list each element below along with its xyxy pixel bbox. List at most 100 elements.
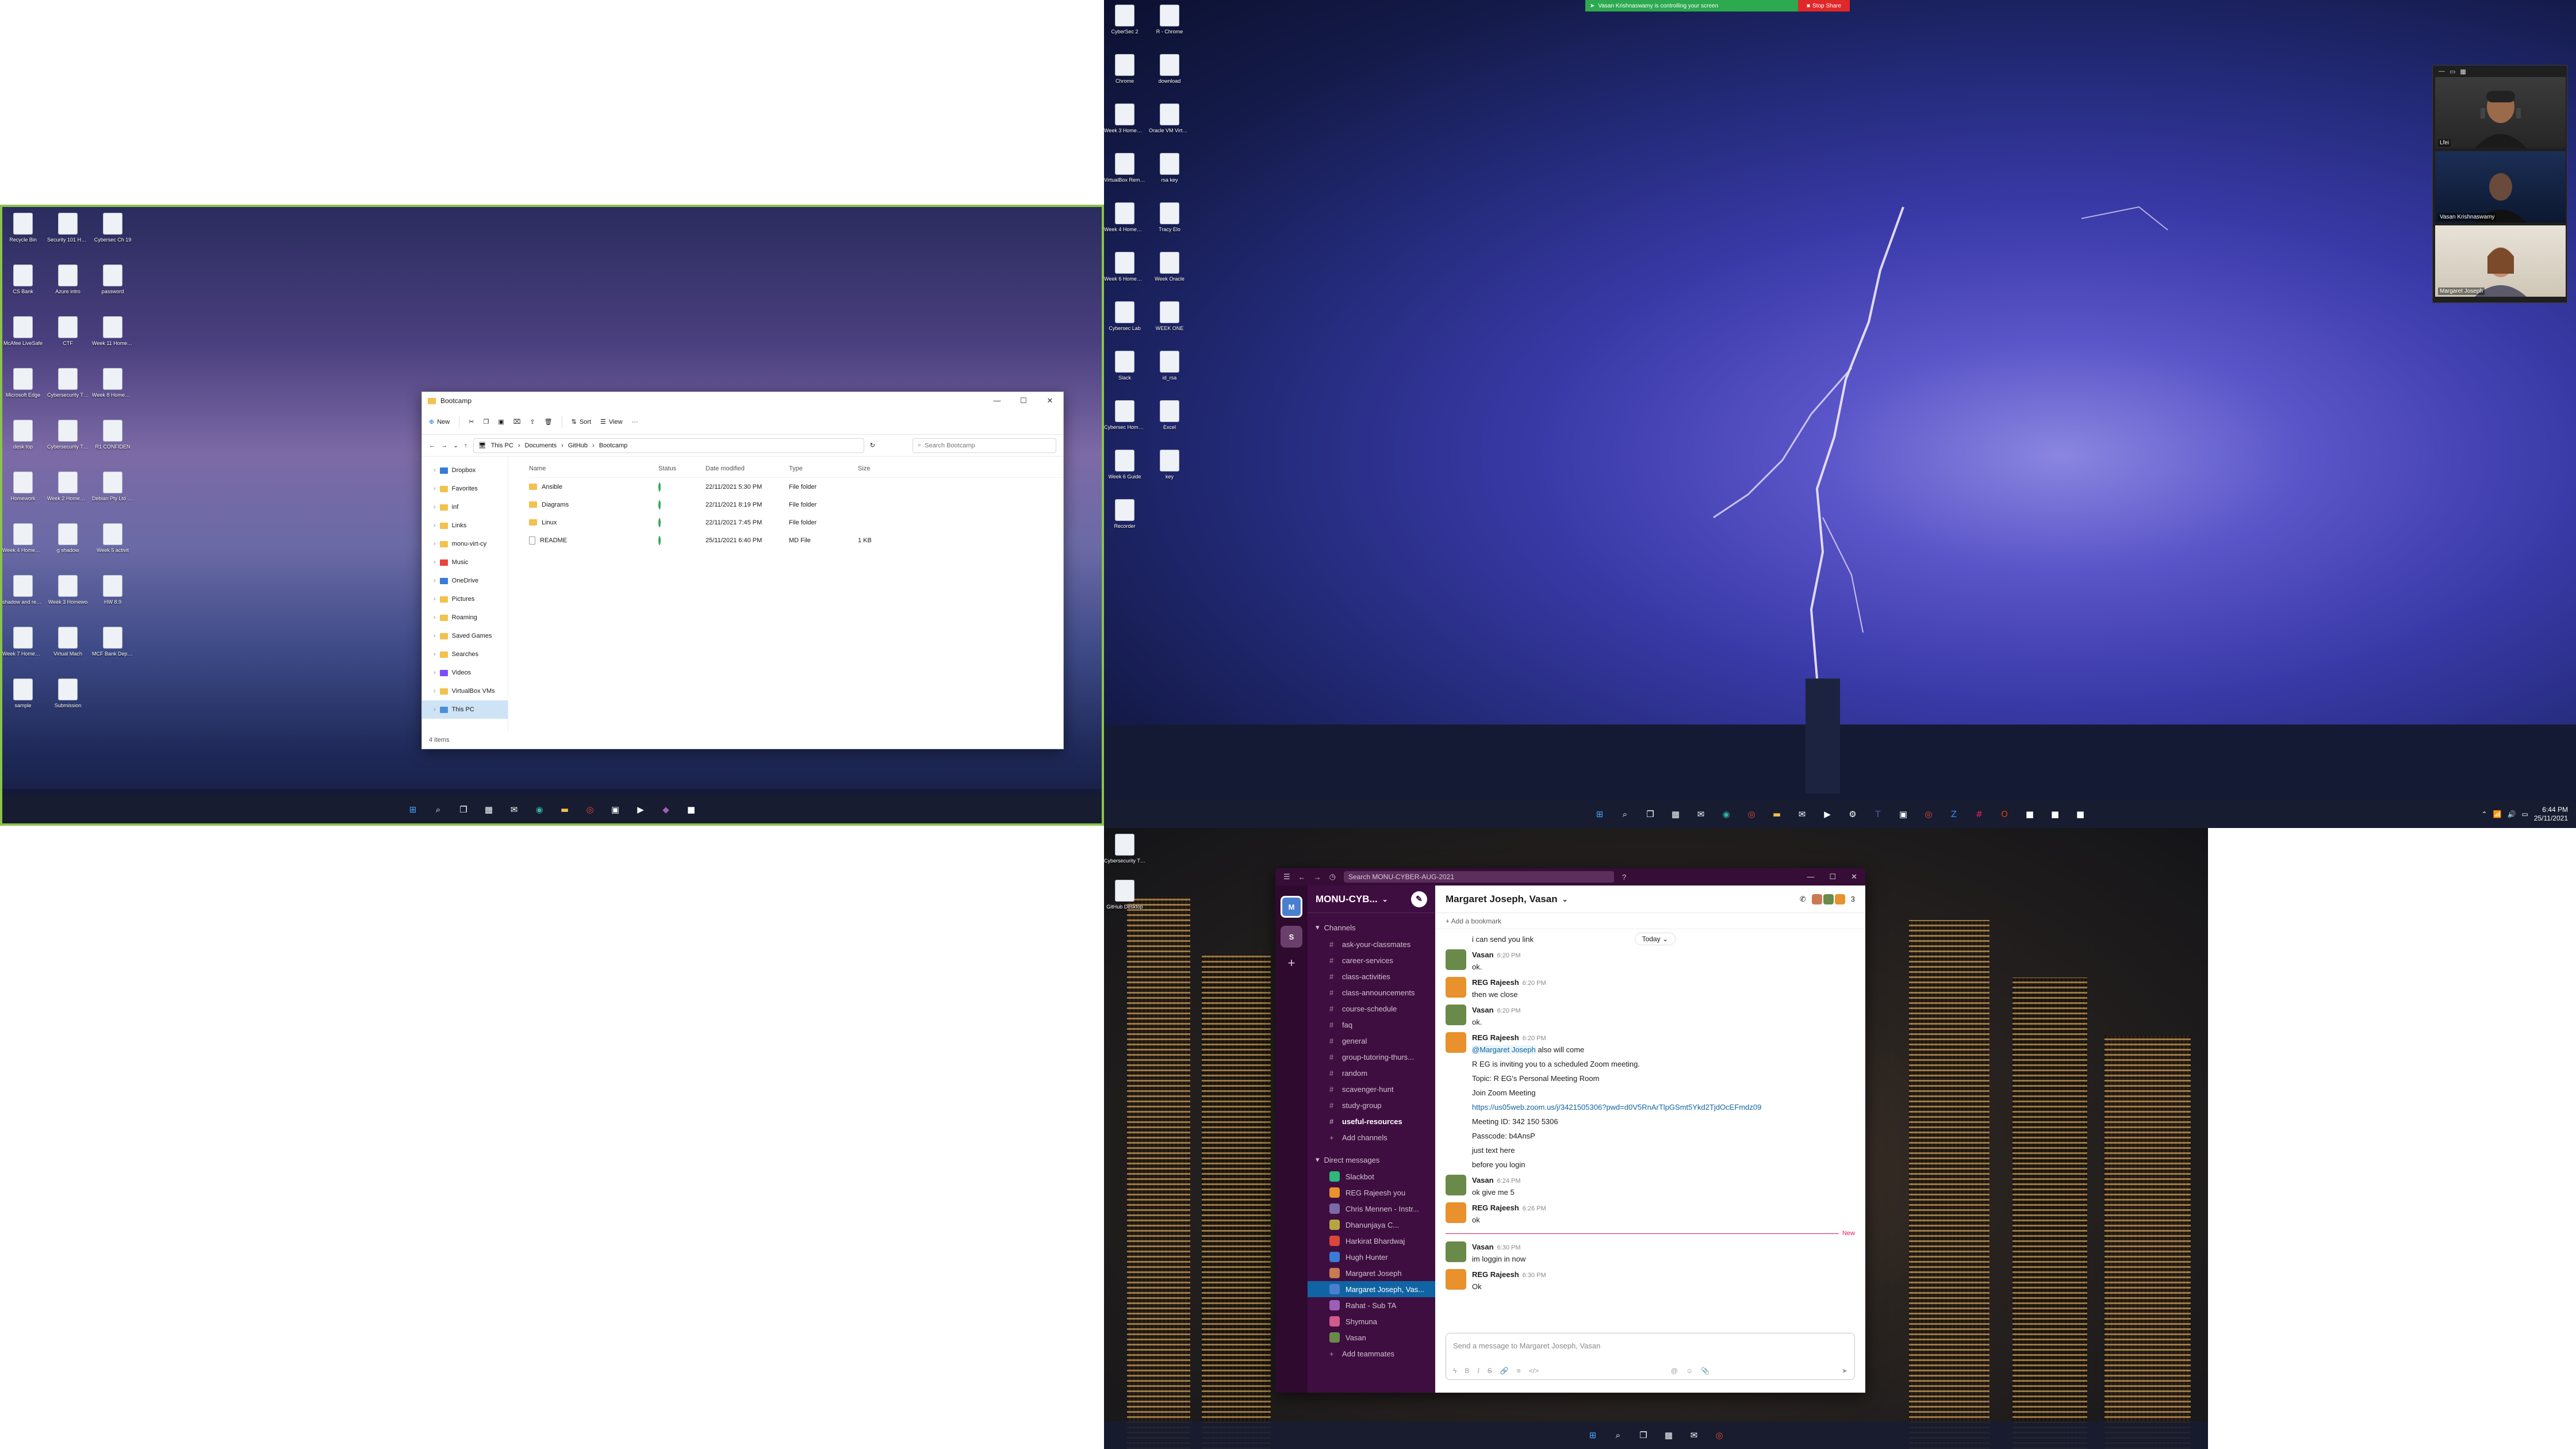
slack-icon[interactable]: #: [1971, 806, 1987, 822]
file-row[interactable]: Diagrams 22/11/2021 8:19 PM File folder: [529, 496, 1063, 513]
conversation-title[interactable]: Margaret Joseph, Vasan: [1446, 894, 1558, 905]
desktop-icon[interactable]: Submission: [47, 678, 89, 709]
forward-icon[interactable]: →: [1314, 873, 1321, 881]
message-author[interactable]: REG Rajeesh: [1472, 1033, 1519, 1042]
emoji-icon[interactable]: ☺: [1686, 1367, 1693, 1375]
breadcrumb-bootcamp[interactable]: Bootcamp: [599, 442, 628, 449]
column-size[interactable]: Size: [858, 465, 904, 472]
nav-item[interactable]: › Favorites: [422, 480, 508, 498]
copy-button[interactable]: ❐: [483, 418, 489, 425]
nav-item[interactable]: › Saved Games: [422, 627, 508, 645]
message-author[interactable]: Vasan: [1472, 1243, 1494, 1251]
message-time[interactable]: 6:24 PM: [1497, 1178, 1521, 1184]
desktop-icon[interactable]: R1 CONFIDEN: [92, 420, 133, 450]
share-button[interactable]: ⇪: [530, 418, 535, 425]
channel-item[interactable]: # random: [1308, 1065, 1435, 1081]
bolt-icon[interactable]: ϟ: [1453, 1367, 1456, 1375]
column-type[interactable]: Type: [789, 465, 858, 472]
message-time[interactable]: 6:20 PM: [1523, 980, 1546, 987]
nav-item[interactable]: › Searches: [422, 645, 508, 664]
desktop-icon[interactable]: VirtualBox Remote: [1104, 153, 1145, 183]
clock[interactable]: 6:44 PM 25/11/2021: [2534, 806, 2568, 823]
close-button[interactable]: ✕: [1037, 396, 1063, 405]
desktop-icon[interactable]: Slack: [1104, 351, 1145, 381]
desktop-icon[interactable]: R - Chrome: [1149, 5, 1190, 35]
link-icon[interactable]: 🔗: [1500, 1367, 1509, 1375]
nav-item[interactable]: › Roaming: [422, 608, 508, 627]
breadcrumb-documents[interactable]: Documents: [524, 442, 557, 449]
close-button[interactable]: ✕: [1851, 872, 1857, 881]
settings-icon[interactable]: ⚙: [1845, 806, 1861, 822]
desktop-icon[interactable]: Week 8 Homework: [92, 368, 133, 398]
desktop-icon[interactable]: HW 8.9: [92, 575, 133, 605]
message-author[interactable]: REG Rajeesh: [1472, 1270, 1519, 1279]
desktop-icon[interactable]: Week 4 Homework: [1104, 202, 1145, 233]
visual-studio-icon[interactable]: ◆: [658, 802, 674, 818]
desktop-icon[interactable]: Debian Pty Ltd Invoi: [92, 471, 133, 502]
call-icon[interactable]: ✆: [1800, 895, 1806, 904]
channel-item[interactable]: # class-announcements: [1308, 984, 1435, 1000]
user-mention[interactable]: @Margaret Joseph: [1472, 1045, 1536, 1054]
attach-icon[interactable]: 📎: [1701, 1367, 1709, 1375]
desktop-icon[interactable]: Week 7 Homework: [2, 627, 44, 657]
chat-icon[interactable]: ✉: [1693, 806, 1709, 822]
address-bar[interactable]: 🖥 This PC › Documents › GitHub › Bootcamp: [473, 438, 864, 453]
dm-item[interactable]: Margaret Joseph, Vas...: [1308, 1281, 1435, 1297]
app-icon[interactable]: ■: [683, 802, 699, 818]
windows-start-icon[interactable]: ⊞: [1592, 806, 1608, 822]
dm-item[interactable]: Shymuna: [1308, 1313, 1435, 1329]
dm-item[interactable]: Rahat - Sub TA: [1308, 1297, 1435, 1313]
desktop-icon[interactable]: MCF Bank Deposit Sl: [92, 627, 133, 657]
help-icon[interactable]: ?: [1622, 873, 1626, 881]
dm-item[interactable]: Slackbot: [1308, 1168, 1435, 1184]
message-time[interactable]: 6:20 PM: [1523, 1035, 1546, 1042]
nav-item[interactable]: › VirtualBox VMs: [422, 682, 508, 700]
desktop-icon[interactable]: McAfee LiveSafe: [2, 316, 44, 347]
app-icon[interactable]: ■: [2072, 806, 2088, 822]
italic-icon[interactable]: I: [1477, 1367, 1479, 1375]
desktop-icon[interactable]: Cybersecurity Threat: [1104, 834, 1145, 864]
message-time[interactable]: 6:26 PM: [1523, 1205, 1546, 1212]
file-row[interactable]: Linux 22/11/2021 7:45 PM File folder: [529, 513, 1063, 531]
bold-icon[interactable]: B: [1465, 1367, 1469, 1375]
message-author[interactable]: Vasan: [1472, 1176, 1494, 1184]
desktop-icon[interactable]: sample: [2, 678, 44, 709]
teams-icon[interactable]: T: [1870, 806, 1886, 822]
chevron-up-icon[interactable]: ⌃: [2482, 810, 2487, 818]
message-time[interactable]: 6:20 PM: [1497, 1007, 1521, 1014]
store-icon[interactable]: ▣: [1895, 806, 1911, 822]
desktop-icon[interactable]: Cybersec Ch 19: [92, 213, 133, 243]
desktop-icon[interactable]: key: [1149, 450, 1190, 480]
nav-item[interactable]: › Music: [422, 553, 508, 572]
list-icon[interactable]: ≡: [1517, 1367, 1521, 1375]
office-icon[interactable]: O: [1996, 806, 2012, 822]
desktop-icon[interactable]: Week 4 Homework: [2, 523, 44, 554]
message-author[interactable]: Vasan: [1472, 1006, 1494, 1014]
edge-icon[interactable]: ◉: [531, 802, 547, 818]
widgets-icon[interactable]: ▦: [1661, 1427, 1677, 1443]
message-time[interactable]: 6:30 PM: [1523, 1272, 1546, 1279]
chrome-icon[interactable]: ◎: [582, 802, 598, 818]
message-author[interactable]: REG Rajeesh: [1472, 978, 1519, 987]
nav-item[interactable]: › Videos: [422, 664, 508, 682]
terminal-icon[interactable]: ▶: [632, 802, 649, 818]
code-icon[interactable]: </>: [1529, 1367, 1539, 1375]
channel-item[interactable]: # faq: [1308, 1017, 1435, 1033]
channel-item[interactable]: # general: [1308, 1033, 1435, 1049]
desktop-icon[interactable]: Azure intro: [47, 264, 89, 295]
desktop-icon[interactable]: shadow and review: [2, 575, 44, 605]
chat-icon[interactable]: ✉: [506, 802, 522, 818]
add-channels[interactable]: + Add channels: [1308, 1129, 1435, 1145]
workspace-icon[interactable]: S: [1281, 926, 1302, 948]
desktop-icon[interactable]: Cybersecurity Threat Lan: [47, 420, 89, 450]
search-icon[interactable]: ⌕: [1610, 1427, 1626, 1443]
task-view-icon[interactable]: ❐: [455, 802, 471, 818]
channel-item[interactable]: # useful-resources: [1308, 1113, 1435, 1129]
dm-item[interactable]: REG Rajeesh you: [1308, 1184, 1435, 1201]
message-time[interactable]: 6:20 PM: [1497, 952, 1521, 959]
dm-item[interactable]: Vasan: [1308, 1329, 1435, 1346]
nav-item[interactable]: › Links: [422, 516, 508, 535]
minimize-button[interactable]: —: [984, 396, 1010, 405]
windows-start-icon[interactable]: ⊞: [405, 802, 421, 818]
desktop-icon[interactable]: Security 101 Homework: [47, 213, 89, 243]
